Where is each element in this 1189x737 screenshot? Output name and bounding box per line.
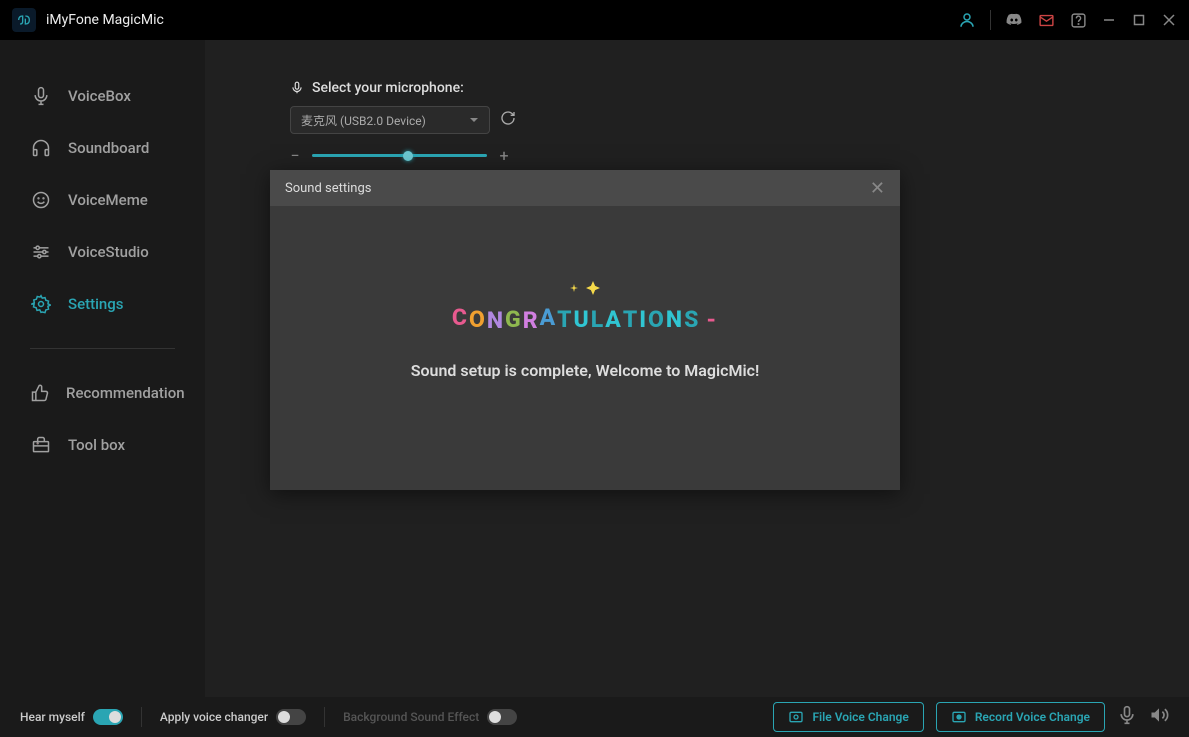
- sparkle-icons: [300, 276, 870, 300]
- sidebar-item-label: Tool box: [68, 436, 125, 454]
- volume-increase[interactable]: +: [499, 146, 509, 165]
- sidebar-item-label: VoiceMeme: [68, 191, 148, 209]
- welcome-message: Sound setup is complete, Welcome to Magi…: [300, 361, 870, 380]
- record-voice-change-label: Record Voice Change: [975, 710, 1090, 724]
- maximize-button[interactable]: [1131, 12, 1147, 28]
- footer-divider: [324, 707, 325, 727]
- sidebar-item-soundboard[interactable]: Soundboard: [0, 122, 205, 174]
- headphones-icon: [30, 137, 52, 159]
- modal-close-icon[interactable]: ✕: [870, 178, 885, 199]
- modal-title: Sound settings: [285, 181, 372, 196]
- background-sound-toggle[interactable]: [487, 709, 517, 725]
- volume-slider-row: − +: [290, 146, 1104, 165]
- background-sound-label: Background Sound Effect: [343, 710, 479, 724]
- footer: Hear myself Apply voice changer Backgrou…: [0, 697, 1189, 737]
- microphone-selected-value: 麦克风 (USB2.0 Device): [301, 112, 426, 129]
- apply-voice-changer-label: Apply voice changer: [160, 710, 268, 724]
- volume-slider[interactable]: [312, 154, 487, 157]
- microphone-select-row: 麦克风 (USB2.0 Device): [290, 106, 1104, 134]
- refresh-icon[interactable]: [500, 110, 516, 130]
- titlebar-right: [958, 10, 1177, 30]
- footer-right: File Voice Change Record Voice Change: [773, 702, 1169, 732]
- sidebar-item-label: VoiceStudio: [68, 243, 149, 261]
- footer-mic-icon[interactable]: [1117, 705, 1137, 729]
- record-icon: [951, 709, 967, 725]
- minimize-button[interactable]: [1101, 12, 1117, 28]
- footer-divider: [141, 707, 142, 727]
- sidebar-item-recommendation[interactable]: Recommendation: [0, 367, 205, 419]
- volume-decrease[interactable]: −: [290, 146, 300, 165]
- gear-icon: [30, 293, 52, 315]
- window-controls: [1101, 12, 1177, 28]
- sidebar-item-label: VoiceBox: [68, 87, 131, 105]
- footer-speaker-icon[interactable]: [1149, 705, 1169, 729]
- close-button[interactable]: [1161, 12, 1177, 28]
- sidebar-item-toolbox[interactable]: Tool box: [0, 419, 205, 471]
- hear-myself-label: Hear myself: [20, 710, 85, 724]
- microphone-section: Select your microphone: 麦克风 (USB2.0 Devi…: [205, 40, 1189, 165]
- chevron-down-icon: [469, 115, 479, 125]
- smile-icon: [30, 189, 52, 211]
- sound-settings-modal: Sound settings ✕ CONGRATULATIONS- Sound …: [270, 170, 900, 490]
- sidebar-item-label: Recommendation: [66, 384, 185, 402]
- app-logo-icon: [12, 8, 36, 32]
- microphone-select[interactable]: 麦克风 (USB2.0 Device): [290, 106, 490, 134]
- hear-myself-group: Hear myself: [20, 709, 123, 725]
- sidebar-item-settings[interactable]: Settings: [0, 278, 205, 330]
- user-icon[interactable]: [958, 11, 976, 29]
- sidebar: VoiceBox Soundboard VoiceMeme VoiceStudi…: [0, 40, 205, 697]
- microphone-icon: [30, 85, 52, 107]
- congratulations-text: CONGRATULATIONS-: [300, 306, 870, 333]
- file-voice-change-button[interactable]: File Voice Change: [773, 702, 923, 732]
- apply-voice-changer-toggle[interactable]: [276, 709, 306, 725]
- footer-left: Hear myself Apply voice changer Backgrou…: [20, 707, 517, 727]
- app-title: iMyFone MagicMic: [46, 12, 164, 28]
- sidebar-item-label: Soundboard: [68, 139, 149, 157]
- sidebar-divider: [30, 348, 175, 349]
- microphone-label-row: Select your microphone:: [290, 80, 1104, 96]
- thumbs-up-icon: [30, 382, 50, 404]
- toolbox-icon: [30, 434, 52, 456]
- sidebar-item-voicememe[interactable]: VoiceMeme: [0, 174, 205, 226]
- modal-body: CONGRATULATIONS- Sound setup is complete…: [270, 206, 900, 380]
- background-sound-group: Background Sound Effect: [343, 709, 517, 725]
- microphone-small-icon: [290, 81, 304, 95]
- titlebar: iMyFone MagicMic: [0, 0, 1189, 40]
- apply-voice-changer-group: Apply voice changer: [160, 709, 306, 725]
- titlebar-divider: [990, 10, 991, 30]
- mail-icon[interactable]: [1037, 11, 1055, 29]
- sidebar-item-voicestudio[interactable]: VoiceStudio: [0, 226, 205, 278]
- sliders-icon: [30, 241, 52, 263]
- titlebar-left: iMyFone MagicMic: [12, 8, 164, 32]
- record-voice-change-button[interactable]: Record Voice Change: [936, 702, 1105, 732]
- sidebar-item-voicebox[interactable]: VoiceBox: [0, 70, 205, 122]
- sidebar-item-label: Settings: [68, 295, 124, 313]
- modal-header: Sound settings ✕: [270, 170, 900, 206]
- microphone-section-label: Select your microphone:: [312, 80, 464, 96]
- help-icon[interactable]: [1069, 11, 1087, 29]
- hear-myself-toggle[interactable]: [93, 709, 123, 725]
- file-voice-change-label: File Voice Change: [812, 710, 908, 724]
- discord-icon[interactable]: [1005, 11, 1023, 29]
- volume-slider-thumb[interactable]: [403, 151, 413, 161]
- file-icon: [788, 709, 804, 725]
